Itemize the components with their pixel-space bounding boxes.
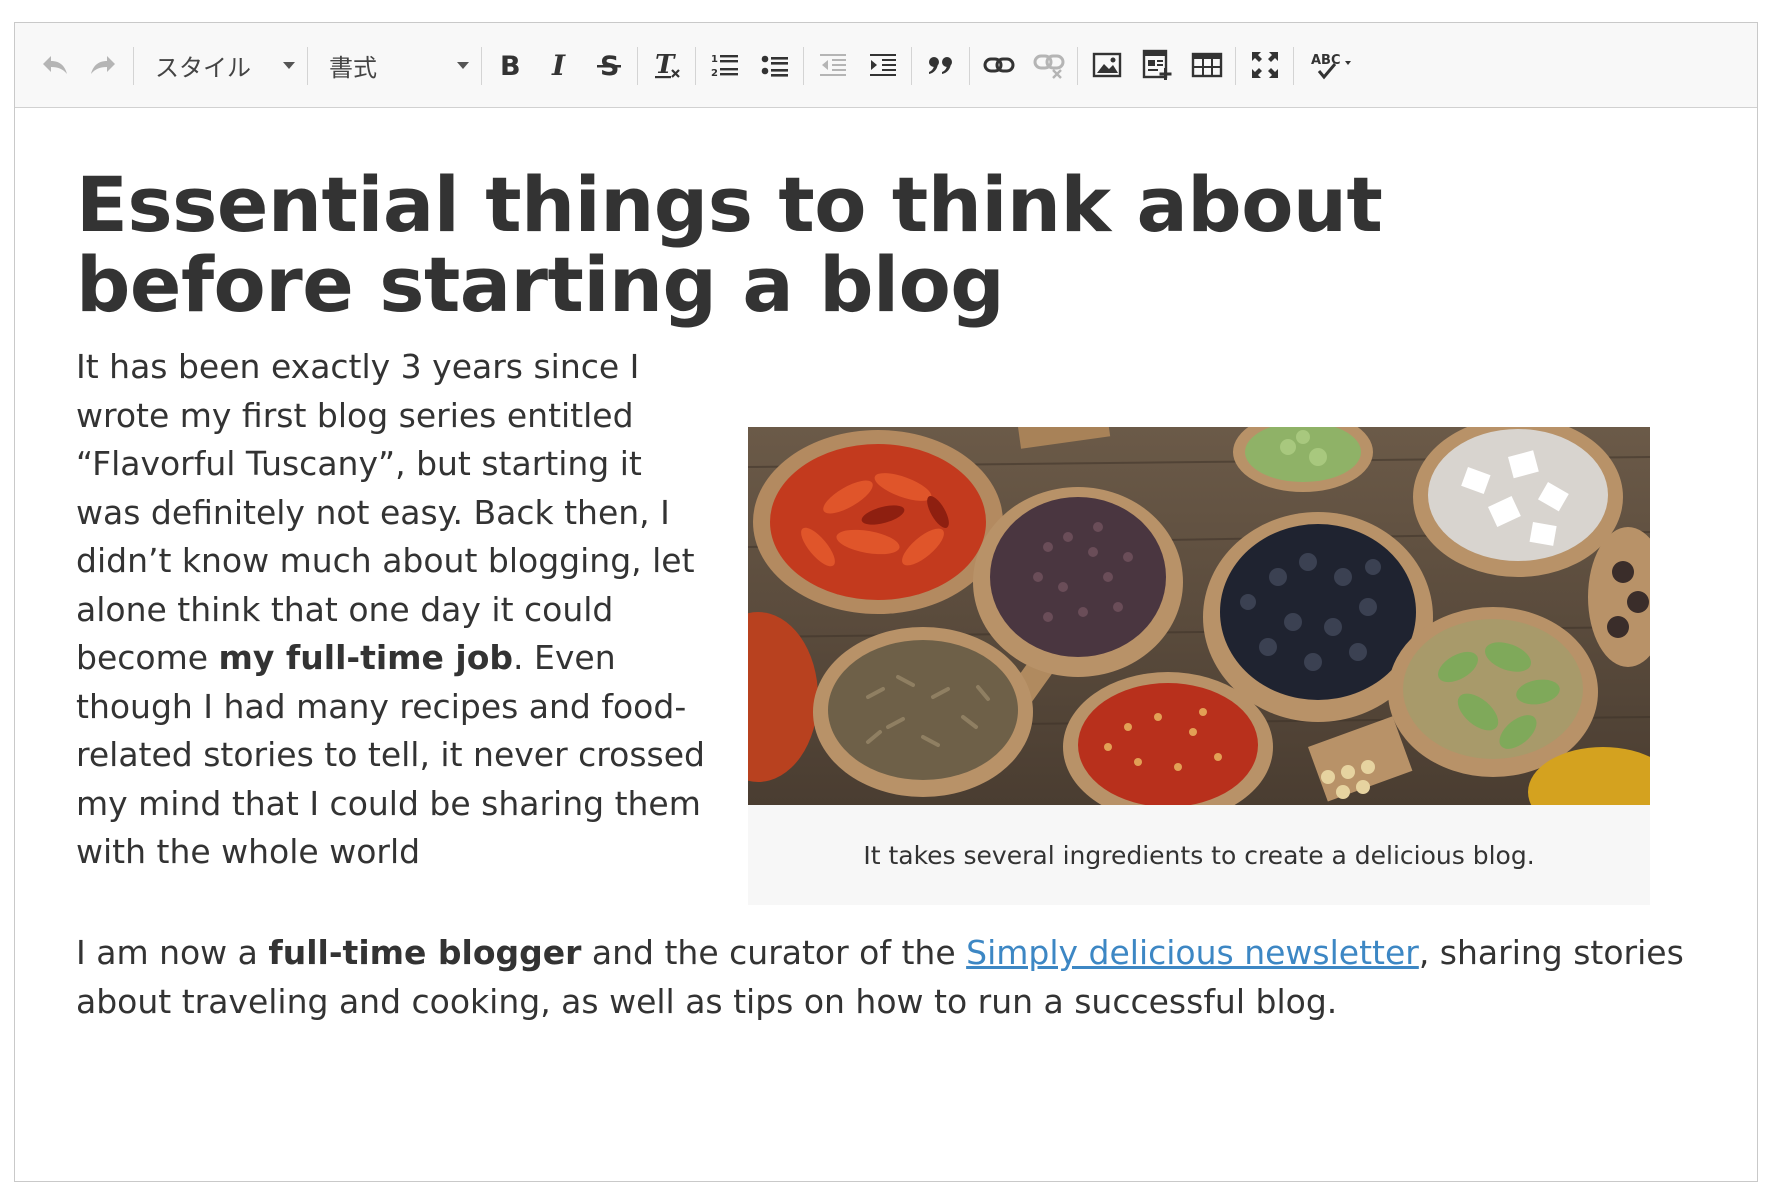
- toolbar-separator: [1293, 47, 1294, 85]
- newsletter-link[interactable]: Simply delicious newsletter: [966, 933, 1419, 972]
- format-dropdown-label: 書式: [329, 53, 377, 82]
- styles-dropdown[interactable]: スタイル: [155, 43, 295, 87]
- toolbar-separator: [695, 47, 696, 85]
- italic-button[interactable]: I: [537, 43, 581, 87]
- insert-table-button[interactable]: [1185, 43, 1229, 87]
- table-icon: [1191, 52, 1223, 78]
- undo-icon: [43, 56, 67, 74]
- figure: It takes several ingredients to create a…: [748, 427, 1650, 905]
- toolbar-separator: [803, 47, 804, 85]
- chevron-down-icon: [457, 62, 469, 69]
- italic-icon: I: [551, 50, 566, 80]
- indent-button[interactable]: [861, 43, 905, 87]
- format-dropdown[interactable]: 書式: [329, 43, 469, 87]
- redo-icon: [91, 56, 115, 74]
- bulleted-list-icon: [761, 55, 788, 77]
- toolbar-separator: [133, 47, 134, 85]
- bold-text: full-time blogger: [268, 933, 582, 972]
- spellcheck-button[interactable]: ABC: [1305, 43, 1363, 87]
- toolbar-separator: [911, 47, 912, 85]
- chevron-down-icon: [283, 62, 295, 69]
- svg-text:2: 2: [711, 68, 718, 79]
- spices-image-graphic: [748, 427, 1650, 805]
- numbered-list-button[interactable]: 1 2: [703, 43, 747, 87]
- paragraph-blogger: I am now a full-time blogger and the cur…: [76, 929, 1716, 1026]
- strikethrough-button[interactable]: S: [587, 43, 631, 87]
- remove-format-button[interactable]: T: [645, 43, 689, 87]
- outdent-icon: [820, 54, 846, 76]
- blockquote-button[interactable]: [919, 43, 963, 87]
- unlink-icon: [1033, 54, 1065, 79]
- blockquote-icon: [929, 57, 952, 74]
- image-icon: [1092, 52, 1122, 78]
- toolbar-separator: [637, 47, 638, 85]
- numbered-list-icon: 1 2: [711, 54, 738, 79]
- bold-icon: B: [500, 51, 521, 80]
- insert-image-button[interactable]: [1085, 43, 1129, 87]
- toolbar-separator: [969, 47, 970, 85]
- toolbar-separator: [1077, 47, 1078, 85]
- styles-dropdown-label: スタイル: [155, 53, 251, 82]
- editor-toolbar: スタイル 書式 B I S T 1 2 ABC: [15, 23, 1757, 108]
- editor-content[interactable]: Essential things to think about before s…: [15, 107, 1757, 1181]
- spices-image[interactable]: [748, 427, 1650, 805]
- strikethrough-icon: S: [597, 51, 621, 80]
- figure-caption: It takes several ingredients to create a…: [863, 840, 1535, 870]
- maximize-button[interactable]: [1243, 43, 1287, 87]
- svg-text:B: B: [500, 51, 521, 80]
- toolbar-separator: [481, 47, 482, 85]
- bulleted-list-button[interactable]: [753, 43, 797, 87]
- article-title: Essential things to think about before s…: [76, 160, 1383, 329]
- spellcheck-icon: ABC: [1311, 53, 1351, 80]
- indent-icon: [870, 54, 896, 76]
- paragraph-text: and the curator of the: [581, 933, 967, 972]
- redo-button[interactable]: [81, 43, 125, 87]
- bold-button[interactable]: B: [487, 43, 531, 87]
- toolbar-separator: [1235, 47, 1236, 85]
- link-button[interactable]: [977, 43, 1021, 87]
- svg-text:I: I: [551, 50, 566, 80]
- paragraph-text: It has been exactly 3 years since I wrot…: [76, 347, 695, 677]
- insert-template-icon: [1142, 49, 1172, 80]
- bold-text: my full-time job: [218, 638, 514, 677]
- spellcheck-label: ABC: [1311, 53, 1341, 68]
- outdent-button[interactable]: [811, 43, 855, 87]
- link-icon: [983, 57, 1015, 73]
- toolbar-separator: [307, 47, 308, 85]
- svg-text:1: 1: [711, 54, 718, 65]
- rich-text-editor: スタイル 書式 B I S T 1 2 ABC Essential things…: [14, 22, 1758, 1182]
- remove-format-icon: T: [655, 50, 680, 80]
- undo-button[interactable]: [33, 43, 77, 87]
- unlink-button[interactable]: [1027, 43, 1071, 87]
- paragraph-text: I am now a: [76, 933, 269, 972]
- paragraph-intro: It has been exactly 3 years since I wrot…: [76, 343, 716, 877]
- maximize-icon: [1252, 52, 1278, 78]
- insert-template-button[interactable]: [1135, 43, 1179, 87]
